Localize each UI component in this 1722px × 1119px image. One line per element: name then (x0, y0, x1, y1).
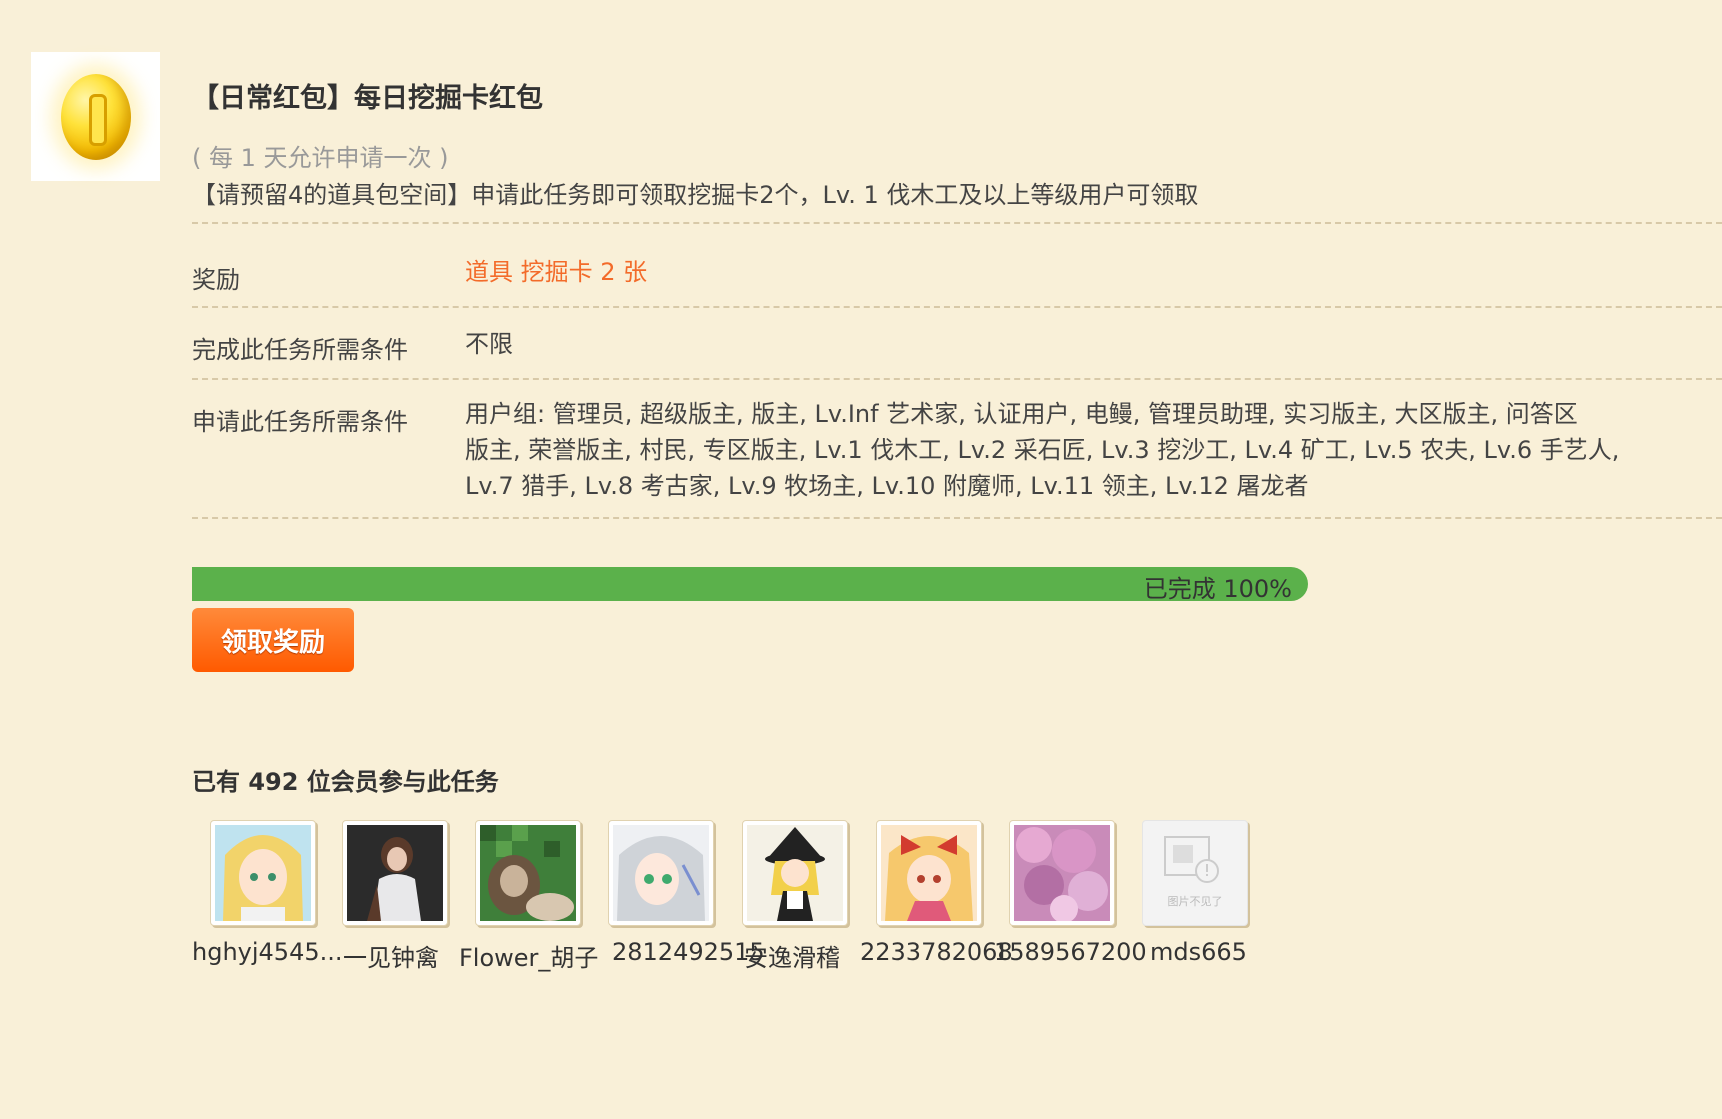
reward-row: 奖励 道具 挖掘卡 2 张 (192, 222, 1722, 308)
progress-text: 已完成 100% (1143, 575, 1292, 603)
apply-condition-row: 申请此任务所需条件 用户组: 管理员, 超级版主, 版主, Lv.Inf 艺术家… (192, 378, 1722, 518)
claim-reward-button[interactable]: 领取奖励 (192, 608, 354, 672)
anime-girl-silver-image (613, 825, 709, 921)
participant-name[interactable]: Flower_胡子 (459, 938, 598, 973)
participant-name[interactable]: mds665 (1150, 938, 1247, 966)
participants-heading: 已有 492 位会员参与此任务 (192, 768, 499, 796)
progress-bar: 已完成 100% (192, 567, 1308, 603)
anime-girl-blonde-image (215, 825, 311, 921)
task-title: 【日常红包】每日挖掘卡红包 (192, 83, 543, 114)
reward-value[interactable]: 道具 挖掘卡 2 张 (465, 254, 647, 290)
apply-condition-line-2: 版主, 荣誉版主, 村民, 专区版主, Lv.1 伐木工, Lv.2 采石匠, … (465, 436, 1620, 464)
anime-girl-bow-image (881, 825, 977, 921)
complete-condition-value: 不限 (465, 330, 513, 358)
participant-avatar[interactable] (210, 820, 316, 926)
participant-avatar[interactable] (1009, 820, 1115, 926)
cherry-blossom-image (1014, 825, 1110, 921)
participant-avatar[interactable] (742, 820, 848, 926)
participant-name[interactable]: 安逸滑稽 (744, 938, 840, 973)
participant-name[interactable]: 2812492515 (612, 938, 765, 966)
gold-coin-icon (60, 73, 131, 160)
participant-avatar[interactable]: 图片不见了 (1142, 820, 1248, 926)
anime-witch-image (747, 825, 843, 921)
participant-avatar[interactable] (342, 820, 448, 926)
missing-image-icon (1164, 836, 1219, 883)
complete-condition-label: 完成此任务所需条件 (192, 336, 408, 364)
portrait-photo-image (347, 825, 443, 921)
apply-condition-line-1: 用户组: 管理员, 超级版主, 版主, Lv.Inf 艺术家, 认证用户, 电鳗… (465, 400, 1578, 428)
reward-label: 奖励 (192, 266, 240, 294)
participant-name[interactable]: 1589567200 (994, 938, 1147, 966)
participant-avatar[interactable] (608, 820, 714, 926)
task-description: 【请预留4的道具包空间】申请此任务即可领取挖掘卡2个，Lv. 1 伐木工及以上等… (192, 181, 1199, 209)
task-frequency: ( 每 1 天允许申请一次 ) (192, 144, 449, 172)
participant-list: hghyj4545... 一见钟禽 Flower_胡子 2812492515 安… (192, 820, 1392, 980)
participant-avatar[interactable] (876, 820, 982, 926)
apply-condition-label: 申请此任务所需条件 (192, 408, 408, 436)
participant-name[interactable]: hghyj4545... (192, 938, 343, 966)
participant-avatar[interactable] (475, 820, 581, 926)
cat-pixel-image (480, 825, 576, 921)
missing-image-text: 图片不见了 (1167, 895, 1223, 908)
participant-name[interactable]: 2233782068 (860, 938, 1013, 966)
complete-condition-row: 完成此任务所需条件 不限 (192, 306, 1722, 380)
apply-condition-line-3: Lv.7 猎手, Lv.8 考古家, Lv.9 牧场主, Lv.10 附魔师, … (465, 472, 1309, 500)
participant-name[interactable]: 一见钟禽 (343, 938, 439, 973)
divider (192, 517, 1722, 519)
task-coin-icon (31, 52, 160, 181)
